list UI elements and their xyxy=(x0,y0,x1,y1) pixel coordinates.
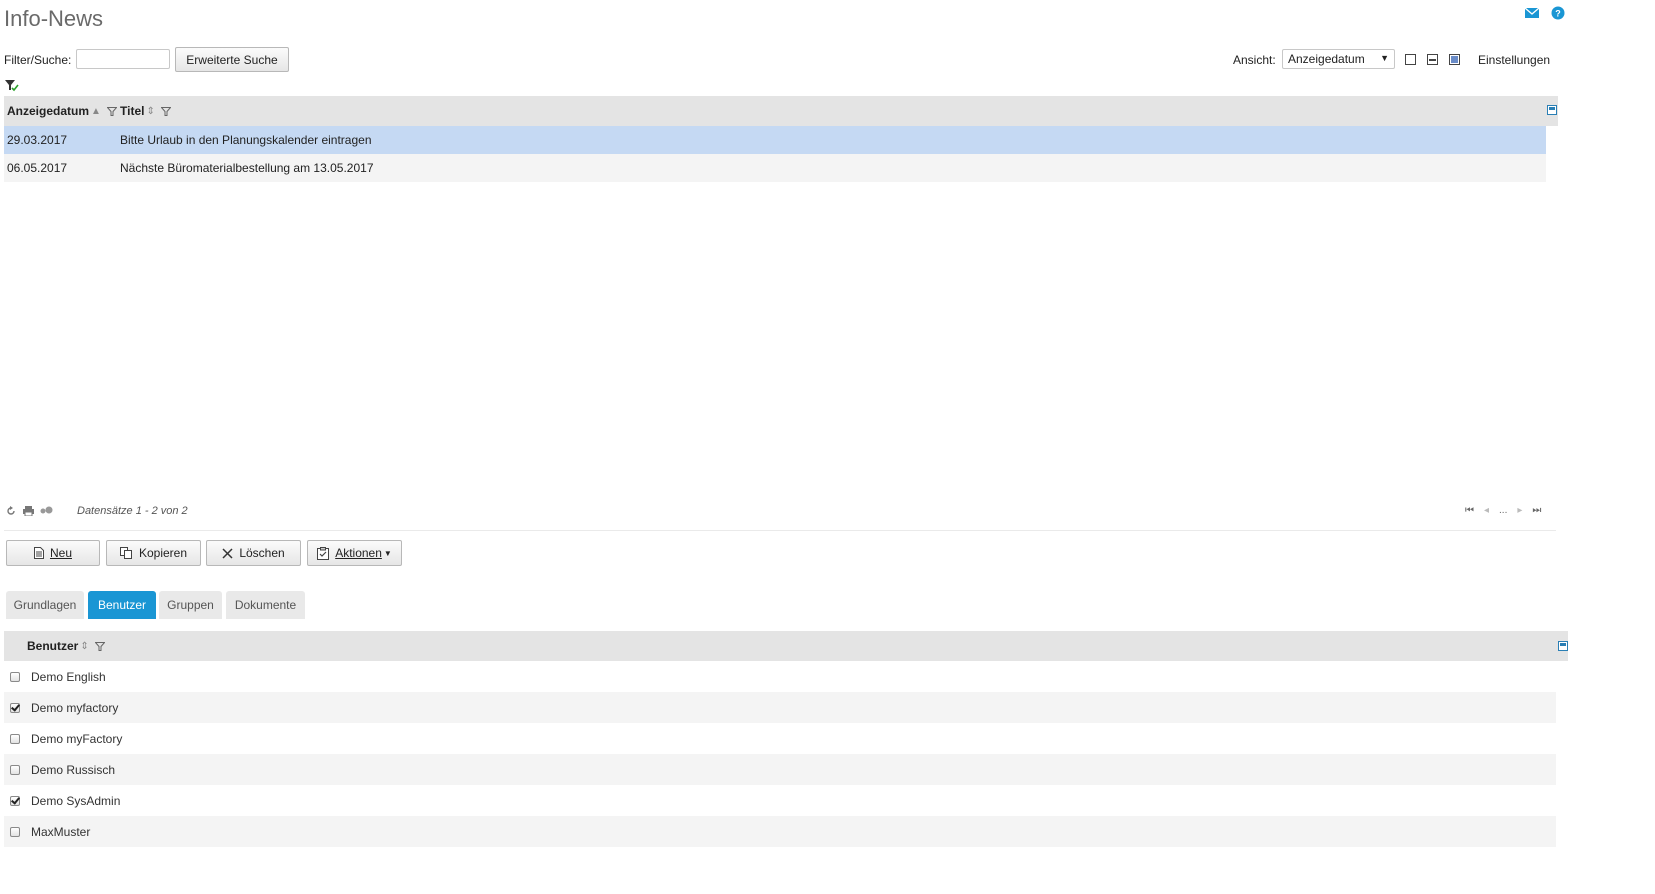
list-item[interactable]: Demo Russisch xyxy=(4,754,1556,785)
tab-label: Gruppen xyxy=(167,598,214,612)
filter-label: Filter/Suche: xyxy=(4,53,72,67)
column-filter-icon[interactable] xyxy=(160,106,171,116)
column-filter-icon[interactable] xyxy=(94,641,105,651)
record-count: Datensätze 1 - 2 von 2 xyxy=(77,505,188,517)
list-item[interactable]: Demo myfactory xyxy=(4,692,1556,723)
export-icon[interactable] xyxy=(40,506,53,515)
user-checkbox[interactable] xyxy=(10,671,20,682)
column-header-title[interactable]: Titel ⇕ xyxy=(120,104,171,118)
user-checkbox[interactable] xyxy=(10,702,20,713)
clipboard-icon xyxy=(317,546,330,560)
delete-x-icon xyxy=(222,547,233,559)
column-header-benutzer[interactable]: Benutzer ⇕ xyxy=(27,639,105,653)
first-page-icon[interactable]: ⏮ xyxy=(1465,505,1474,516)
tab-dokumente[interactable]: Dokumente xyxy=(226,591,305,619)
table-row[interactable]: 06.05.2017 Nächste Büromaterialbestellun… xyxy=(4,154,1546,182)
prev-page-icon[interactable]: ◂ xyxy=(1484,505,1489,516)
layout-single-icon[interactable] xyxy=(1405,54,1416,65)
view-label: Ansicht: xyxy=(1233,53,1276,67)
tab-gruppen[interactable]: Gruppen xyxy=(159,591,222,619)
user-name: Demo English xyxy=(31,669,106,684)
view-select-value: Anzeigedatum xyxy=(1288,52,1365,66)
user-checkbox[interactable] xyxy=(10,733,20,744)
tab-label: Dokumente xyxy=(234,598,297,612)
row-title: Nächste Büromaterialbestellung am 13.05.… xyxy=(120,161,374,175)
row-date: 06.05.2017 xyxy=(7,161,68,175)
extended-search-button[interactable]: Erweiterte Suche xyxy=(175,47,289,72)
new-button[interactable]: Neu xyxy=(6,540,100,566)
column-header-title-label: Titel xyxy=(120,104,145,118)
users-grid-header xyxy=(4,631,1568,661)
settings-link[interactable]: Einstellungen xyxy=(1478,53,1550,67)
new-document-icon xyxy=(33,547,44,559)
list-item[interactable]: Demo English xyxy=(4,661,1556,692)
tab-grundlagen[interactable]: Grundlagen xyxy=(6,591,84,619)
user-checkbox[interactable] xyxy=(10,764,20,775)
column-header-date-label: Anzeigedatum xyxy=(7,104,90,118)
dropdown-arrow-icon: ▼ xyxy=(1380,53,1389,63)
filter-active-icon[interactable] xyxy=(5,80,19,92)
news-grid-header xyxy=(4,96,1558,126)
user-name: Demo myfactory xyxy=(31,700,119,715)
tab-label: Benutzer xyxy=(97,598,147,612)
list-item[interactable]: Demo SysAdmin xyxy=(4,785,1556,816)
delete-button[interactable]: Löschen xyxy=(206,540,301,566)
view-select[interactable]: Anzeigedatum ▼ xyxy=(1282,49,1395,69)
refresh-icon[interactable] xyxy=(6,506,16,516)
next-page-icon[interactable]: ▸ xyxy=(1517,505,1522,516)
pager: ⏮ ◂ ... ▸ ⏭ xyxy=(1465,505,1541,516)
tab-label: Grundlagen xyxy=(13,598,77,612)
filter-search-input[interactable] xyxy=(76,49,170,69)
last-page-icon[interactable]: ⏭ xyxy=(1532,505,1541,516)
extended-search-label: Erweiterte Suche xyxy=(186,52,278,67)
sort-toggle-icon[interactable]: ⇕ xyxy=(80,641,88,652)
row-title: Bitte Urlaub in den Planungskalender ein… xyxy=(120,133,372,147)
new-button-label: Neu xyxy=(49,546,72,560)
user-name: MaxMuster xyxy=(31,824,91,839)
row-date: 29.03.2017 xyxy=(7,133,68,147)
user-name: Demo myFactory xyxy=(31,731,123,746)
layout-split-icon[interactable] xyxy=(1427,54,1438,65)
column-chooser-icon[interactable] xyxy=(1547,105,1557,115)
list-item[interactable]: MaxMuster xyxy=(4,816,1556,847)
user-name: Demo SysAdmin xyxy=(31,793,121,808)
delete-button-label: Löschen xyxy=(239,546,285,560)
copy-icon xyxy=(119,547,132,559)
divider xyxy=(4,530,1556,531)
help-icon[interactable]: ? xyxy=(1551,6,1565,20)
column-header-benutzer-label: Benutzer xyxy=(27,639,79,653)
copy-button-label: Kopieren xyxy=(138,546,188,560)
sort-asc-icon[interactable]: ▲ xyxy=(91,106,101,117)
list-item[interactable]: Demo myFactory xyxy=(4,723,1556,754)
layout-full-icon[interactable] xyxy=(1449,54,1460,65)
pager-ellipsis[interactable]: ... xyxy=(1499,505,1507,516)
column-filter-icon[interactable] xyxy=(106,106,117,116)
column-header-date[interactable]: Anzeigedatum ▲ xyxy=(7,104,117,118)
mail-icon[interactable] xyxy=(1525,6,1539,20)
user-checkbox[interactable] xyxy=(10,826,20,837)
svg-text:?: ? xyxy=(1555,9,1561,19)
user-checkbox[interactable] xyxy=(10,795,20,806)
user-name: Demo Russisch xyxy=(31,762,116,777)
sort-toggle-icon[interactable]: ⇕ xyxy=(146,106,154,117)
copy-button[interactable]: Kopieren xyxy=(106,540,201,566)
actions-button-label: Aktionen xyxy=(335,546,382,560)
page-title: Info-News xyxy=(4,6,104,31)
actions-dropdown-button[interactable]: Aktionen ▼ xyxy=(307,540,402,566)
column-chooser-icon[interactable] xyxy=(1558,641,1568,651)
caret-down-icon: ▼ xyxy=(383,548,392,558)
print-icon[interactable] xyxy=(23,506,34,516)
tab-benutzer[interactable]: Benutzer xyxy=(88,591,156,619)
table-row[interactable]: 29.03.2017 Bitte Urlaub in den Planungsk… xyxy=(4,126,1546,154)
